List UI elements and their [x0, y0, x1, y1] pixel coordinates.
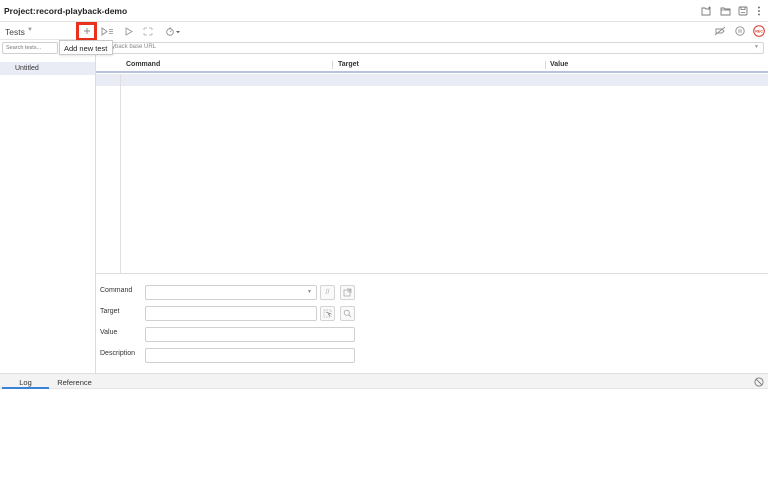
- chevron-down-icon[interactable]: ▼: [307, 289, 312, 295]
- column-header-target: Target: [338, 61, 359, 68]
- target-label: Target: [100, 308, 120, 315]
- column-divider[interactable]: [545, 61, 546, 69]
- table-row[interactable]: [96, 74, 768, 86]
- tab-reference[interactable]: Reference: [52, 374, 97, 389]
- open-reference-icon[interactable]: [340, 285, 355, 300]
- column-divider[interactable]: [332, 61, 333, 69]
- project-name[interactable]: record-playback-demo: [36, 6, 127, 16]
- chevron-down-icon[interactable]: ▼: [27, 27, 33, 33]
- select-target-icon[interactable]: [320, 306, 335, 321]
- command-input[interactable]: [145, 285, 317, 300]
- base-url-placeholder: yback base URL: [112, 44, 157, 50]
- save-project-icon[interactable]: [737, 5, 749, 17]
- open-project-icon[interactable]: [719, 5, 731, 17]
- run-all-icon[interactable]: [100, 25, 114, 37]
- step-over-icon[interactable]: [141, 25, 155, 37]
- run-current-icon[interactable]: [122, 25, 136, 37]
- clear-log-icon[interactable]: [753, 376, 764, 387]
- project-label: Project:: [4, 6, 36, 16]
- tab-log[interactable]: Log: [2, 374, 49, 389]
- toggle-comment-icon[interactable]: //: [320, 285, 335, 300]
- column-header-value: Value: [550, 61, 569, 68]
- column-header-command: Command: [126, 61, 161, 68]
- record-label: REC: [755, 29, 763, 33]
- chevron-down-icon[interactable]: ▼: [754, 44, 759, 50]
- more-options-icon[interactable]: [753, 5, 765, 17]
- speed-icon[interactable]: [164, 25, 182, 37]
- console-tab-bar: [0, 373, 768, 389]
- pause-on-exception-icon[interactable]: [733, 25, 747, 37]
- table-divider[interactable]: [96, 273, 768, 274]
- target-input[interactable]: [145, 306, 317, 321]
- command-label: Command: [100, 287, 133, 294]
- value-input[interactable]: [145, 327, 355, 342]
- description-input[interactable]: [145, 348, 355, 363]
- tests-dropdown[interactable]: Tests: [5, 27, 25, 37]
- row-number-gutter: [120, 74, 121, 273]
- search-tests-input[interactable]: [2, 42, 58, 54]
- record-icon[interactable]: REC: [752, 25, 766, 37]
- base-url-input[interactable]: [110, 42, 764, 54]
- test-item-label[interactable]: Untitled: [15, 65, 39, 72]
- add-test-tooltip: Add new test: [59, 40, 113, 55]
- add-test-highlight: [76, 22, 97, 41]
- description-label: Description: [100, 350, 136, 357]
- value-label: Value: [100, 329, 118, 336]
- new-project-icon[interactable]: [700, 5, 712, 17]
- table-header: [96, 58, 768, 73]
- disable-breakpoints-icon[interactable]: [713, 25, 727, 37]
- find-target-icon[interactable]: [340, 306, 355, 321]
